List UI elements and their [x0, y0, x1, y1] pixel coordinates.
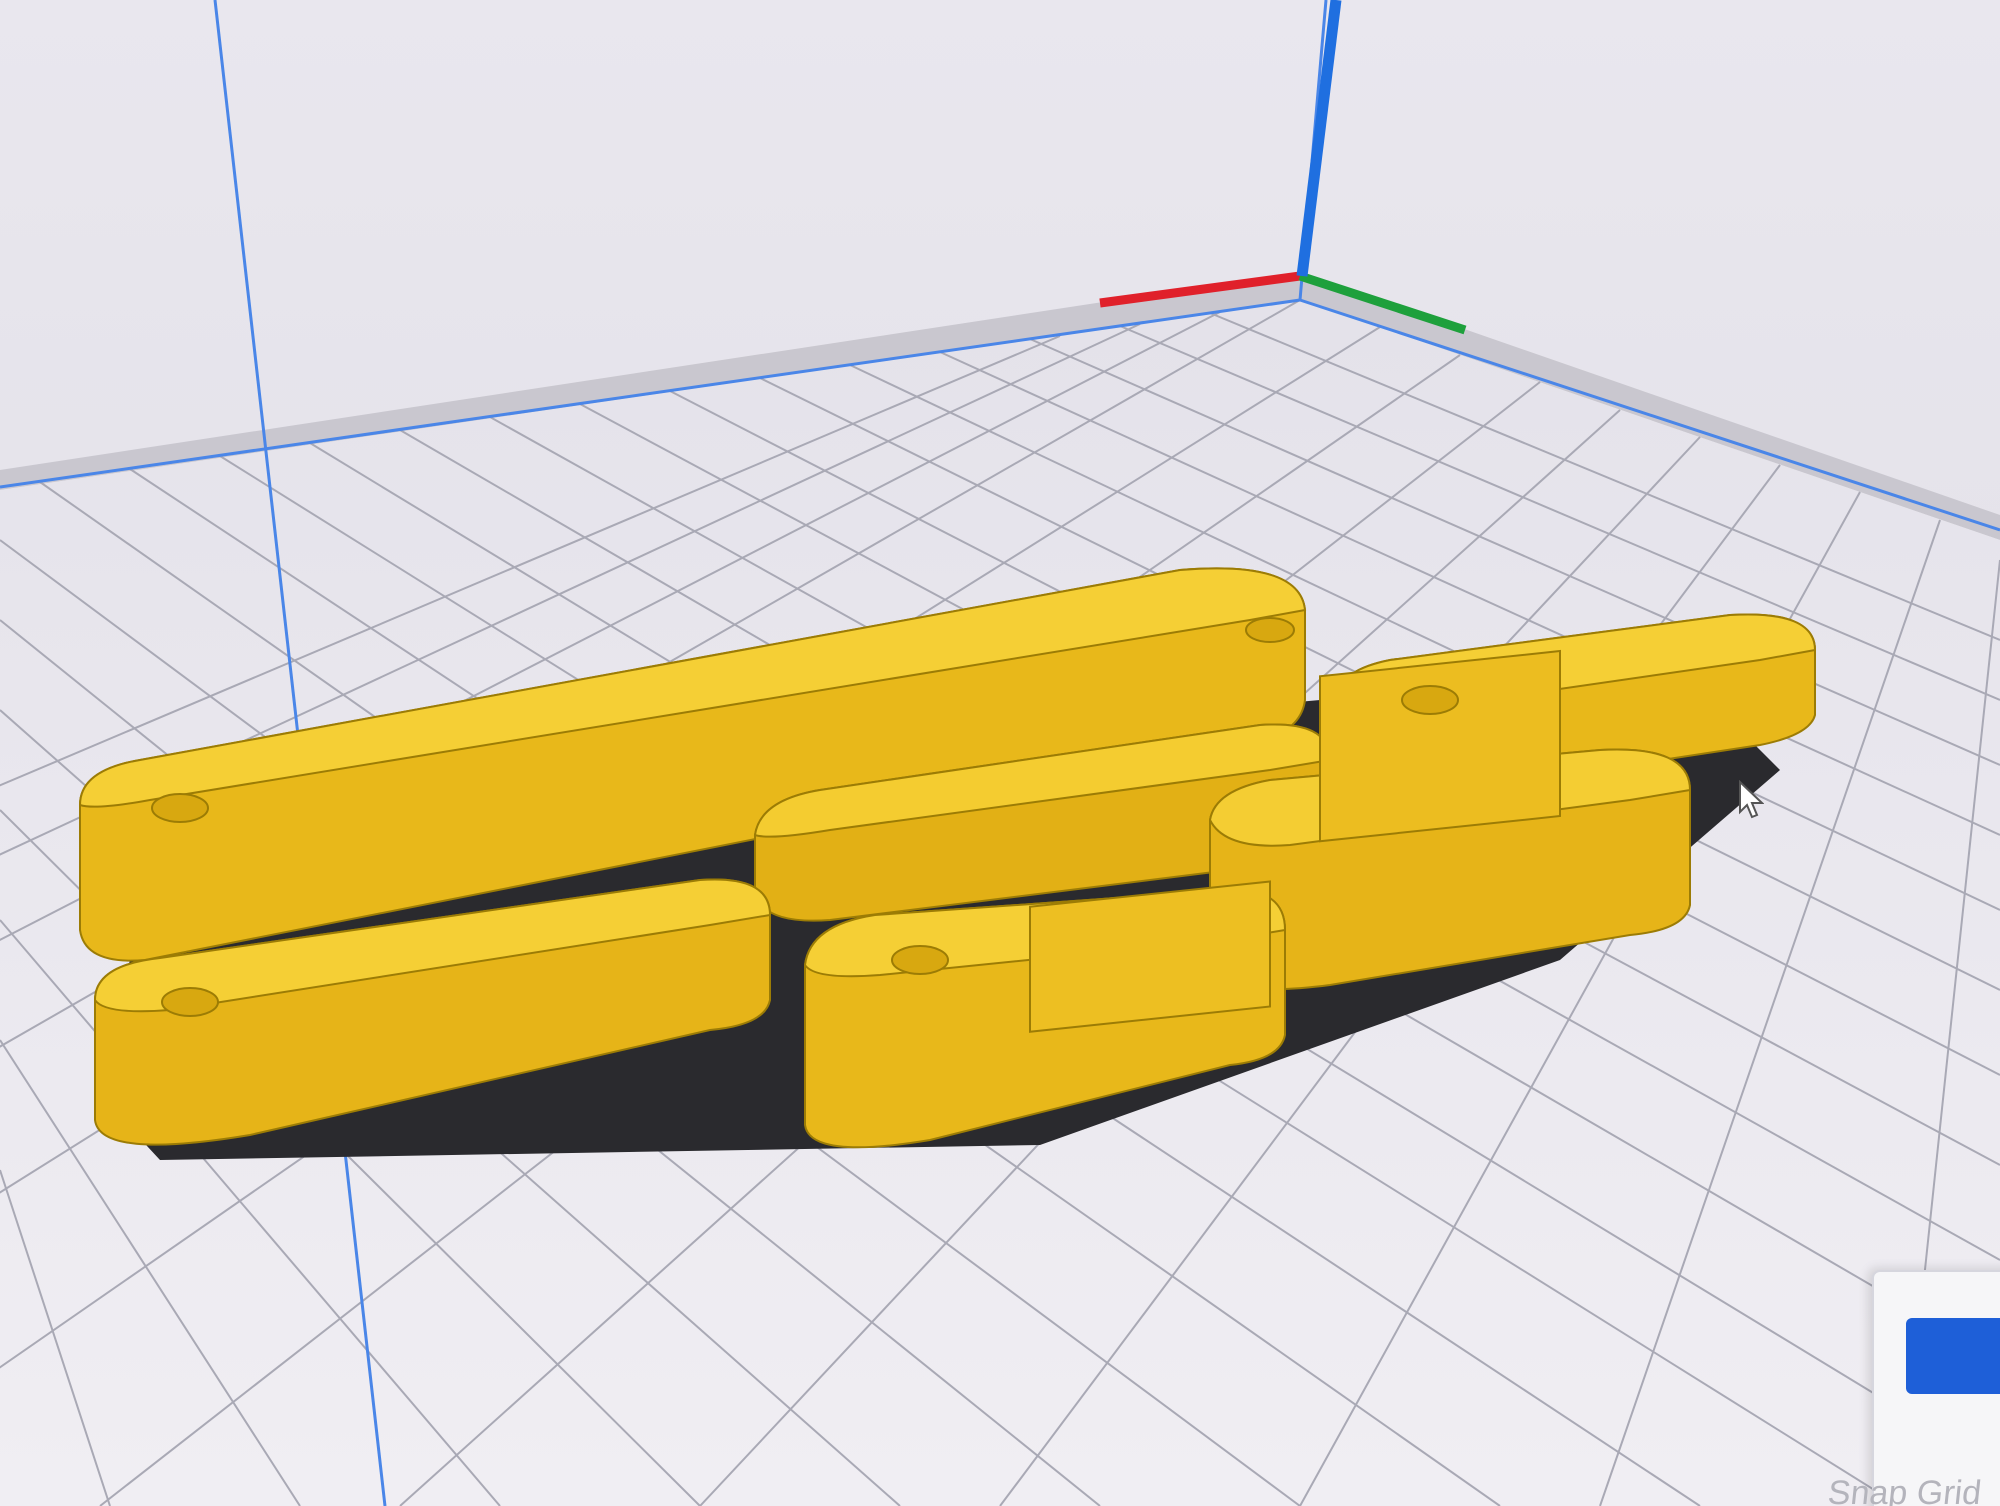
slicer-app: Snap Grid [0, 0, 2000, 1506]
primary-action-button[interactable] [1906, 1318, 2000, 1394]
side-panel [1872, 1270, 2000, 1506]
snap-grid-label: Snap Grid [1826, 1474, 1984, 1506]
cursor-arrow-icon [1738, 779, 1765, 820]
3d-viewport[interactable] [0, 0, 2000, 1506]
